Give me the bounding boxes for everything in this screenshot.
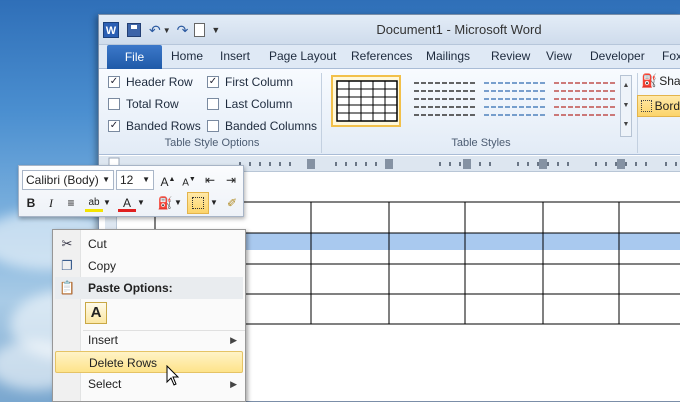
context-menu: ✂ Cut ❐ Copy 📋 Paste Options: A Insert ▶… xyxy=(52,229,246,402)
tab-view[interactable]: View xyxy=(546,49,572,63)
highlight-icon[interactable]: ab xyxy=(85,194,103,212)
banded-rows-checkbox[interactable]: ✓ Banded Rows xyxy=(108,119,201,133)
table-style-red[interactable] xyxy=(549,75,619,127)
chevron-down-icon[interactable]: ▼ xyxy=(174,194,182,212)
tab-developer[interactable]: Developer xyxy=(590,49,645,63)
banded-columns-checkbox[interactable]: Banded Columns xyxy=(207,119,317,133)
italic-button[interactable]: I xyxy=(42,194,60,212)
mini-toolbar: Calibri (Body) ▼ 12 ▼ A▲ A▼ ⇤ ⇥ B I ≡ ab… xyxy=(18,165,244,217)
group-separator xyxy=(321,73,322,153)
menu-item-copy[interactable]: ❐ Copy xyxy=(55,255,243,277)
checkbox-checked-icon: ✓ xyxy=(207,76,219,88)
gallery-scroll[interactable]: ▲ ▼ ▼ xyxy=(620,75,632,137)
last-column-checkbox[interactable]: Last Column xyxy=(207,97,292,111)
format-painter-icon[interactable]: ✐ xyxy=(223,194,241,212)
ribbon: ✓ Header Row Total Row ✓ Banded Rows ✓ Firs… xyxy=(99,69,680,155)
save-icon[interactable] xyxy=(127,23,141,37)
font-color-button[interactable]: A xyxy=(118,194,136,212)
checkbox-checked-icon: ✓ xyxy=(108,76,120,88)
submenu-arrow-icon: ▶ xyxy=(230,335,237,345)
tab-file[interactable]: File xyxy=(107,45,162,69)
borders-icon xyxy=(641,100,652,112)
menu-item-delete-rows[interactable]: Delete Rows xyxy=(55,351,243,373)
group-label-table-styles: Table Styles xyxy=(451,137,511,149)
title-bar: W ↶ ▼ ↷ ▼ Document1 - Microsoft Word xyxy=(99,15,680,45)
gallery-down-icon[interactable]: ▼ xyxy=(621,96,631,116)
tab-home[interactable]: Home xyxy=(171,49,203,63)
chevron-down-icon[interactable]: ▼ xyxy=(137,194,145,212)
group-label-table-style-options: Table Style Options xyxy=(164,137,260,149)
increase-indent-icon[interactable]: ⇥ xyxy=(222,171,240,189)
paste-icon: 📋 xyxy=(59,280,76,295)
paste-options-header: 📋 Paste Options: xyxy=(55,277,243,299)
checkbox-empty-icon xyxy=(207,98,219,110)
chevron-down-icon[interactable]: ▼ xyxy=(103,194,111,212)
tab-fox[interactable]: Fox xyxy=(662,49,680,63)
center-align-icon[interactable]: ≡ xyxy=(62,194,80,212)
scissors-icon: ✂ xyxy=(61,236,73,251)
tab-mailings[interactable]: Mailings xyxy=(426,49,470,63)
table-style-grid[interactable] xyxy=(331,75,401,127)
borders-button[interactable]: Bord xyxy=(637,95,680,117)
tab-insert[interactable]: Insert xyxy=(220,49,250,63)
tab-review[interactable]: Review xyxy=(491,49,530,63)
shading-bucket-icon: ⛽ xyxy=(641,73,658,88)
checkbox-empty-icon xyxy=(108,98,120,110)
tab-page-layout[interactable]: Page Layout xyxy=(269,49,336,63)
shrink-font-icon[interactable]: A▼ xyxy=(180,171,198,189)
shading-button[interactable]: ⛽ Shac xyxy=(641,73,680,89)
header-row-checkbox[interactable]: ✓ Header Row xyxy=(108,75,193,89)
tab-references[interactable]: References xyxy=(351,49,412,63)
customize-toolbar-icon[interactable]: ▼ xyxy=(211,25,220,35)
chevron-down-icon[interactable]: ▼ xyxy=(142,171,150,189)
font-name-box[interactable]: Calibri (Body) ▼ xyxy=(22,170,114,190)
font-size-box[interactable]: 12 ▼ xyxy=(116,170,154,190)
borders-icon xyxy=(192,197,204,209)
table-style-plain-dark[interactable] xyxy=(409,75,479,127)
redo-icon[interactable]: ↷ xyxy=(177,22,189,39)
gallery-more-icon[interactable]: ▼ xyxy=(621,116,631,134)
table-style-dark-icon xyxy=(414,82,476,116)
bold-button[interactable]: B xyxy=(22,194,40,212)
table-style-red-icon xyxy=(554,82,616,116)
quick-access-toolbar: W ↶ ▼ ↷ ▼ xyxy=(103,21,220,39)
mouse-cursor-icon xyxy=(166,365,180,386)
gallery-up-icon[interactable]: ▲ xyxy=(621,76,631,96)
table-style-blue[interactable] xyxy=(479,75,549,127)
menu-item-select[interactable]: Select ▶ xyxy=(55,373,243,395)
submenu-arrow-icon: ▶ xyxy=(230,379,237,389)
undo-dropdown-icon[interactable]: ▼ xyxy=(163,26,171,35)
table-grid-style-icon xyxy=(336,80,398,122)
checkbox-checked-icon: ✓ xyxy=(108,120,120,132)
shading-icon[interactable]: ⛽ xyxy=(156,194,174,212)
menu-item-cut[interactable]: ✂ Cut xyxy=(55,233,243,255)
undo-icon[interactable]: ↶ xyxy=(149,22,161,39)
decrease-indent-icon[interactable]: ⇤ xyxy=(201,171,219,189)
new-document-icon[interactable] xyxy=(194,23,206,37)
grow-font-icon[interactable]: A▲ xyxy=(159,171,177,189)
table-style-blue-icon xyxy=(484,82,546,116)
total-row-checkbox[interactable]: Total Row xyxy=(108,97,179,111)
chevron-down-icon[interactable]: ▼ xyxy=(210,194,218,212)
checkbox-empty-icon xyxy=(207,120,219,132)
paste-keep-text-button[interactable]: A xyxy=(85,302,107,324)
borders-button[interactable] xyxy=(187,192,209,214)
menu-item-insert[interactable]: Insert ▶ xyxy=(55,329,243,351)
first-column-checkbox[interactable]: ✓ First Column xyxy=(207,75,293,89)
window-title: Document1 - Microsoft Word xyxy=(376,22,542,37)
ribbon-tabs: Home Insert Page Layout References Maili… xyxy=(99,45,680,69)
word-app-icon[interactable]: W xyxy=(103,22,119,38)
chevron-down-icon[interactable]: ▼ xyxy=(102,171,110,189)
copy-icon: ❐ xyxy=(61,258,73,273)
